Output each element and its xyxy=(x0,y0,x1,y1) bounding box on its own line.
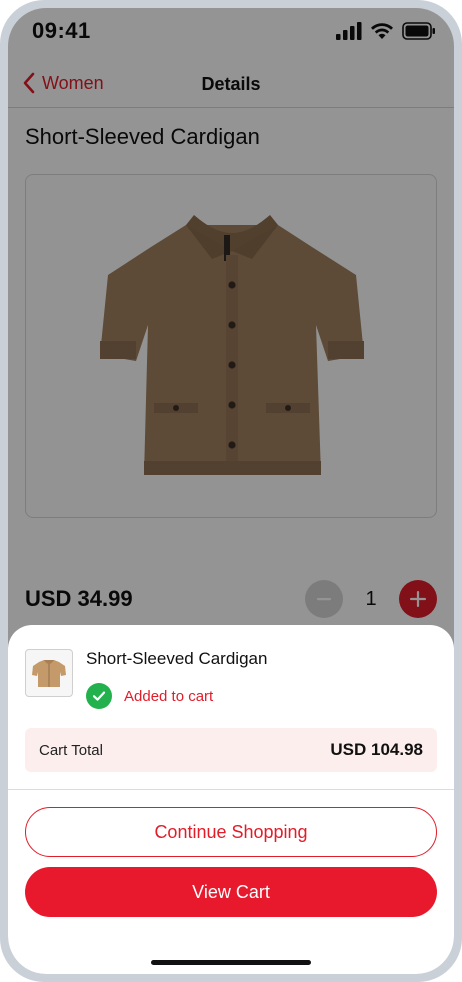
check-circle-icon xyxy=(86,683,112,709)
screen: 09:41 Women Details Short-Sleeved Cardig… xyxy=(8,8,454,974)
cart-total-value: USD 104.98 xyxy=(330,740,423,759)
home-indicator xyxy=(151,960,311,965)
cart-total-row: Cart Total USD 104.98 xyxy=(25,728,437,772)
continue-shopping-button[interactable]: Continue Shopping xyxy=(25,807,437,857)
checkmark-icon xyxy=(92,691,106,701)
added-to-cart-text: Added to cart xyxy=(124,687,214,705)
view-cart-button[interactable]: View Cart xyxy=(25,867,437,917)
divider xyxy=(8,789,454,790)
product-thumbnail xyxy=(25,649,73,697)
added-status: Added to cart xyxy=(86,683,213,709)
cardigan-thumbnail-image xyxy=(32,660,66,687)
added-to-cart-sheet: Short-Sleeved Cardigan Added to cart Car… xyxy=(8,625,454,974)
sheet-product-name: Short-Sleeved Cardigan xyxy=(86,649,268,668)
cart-total-label: Cart Total xyxy=(39,741,103,759)
device-frame: 09:41 Women Details Short-Sleeved Cardig… xyxy=(0,0,462,982)
